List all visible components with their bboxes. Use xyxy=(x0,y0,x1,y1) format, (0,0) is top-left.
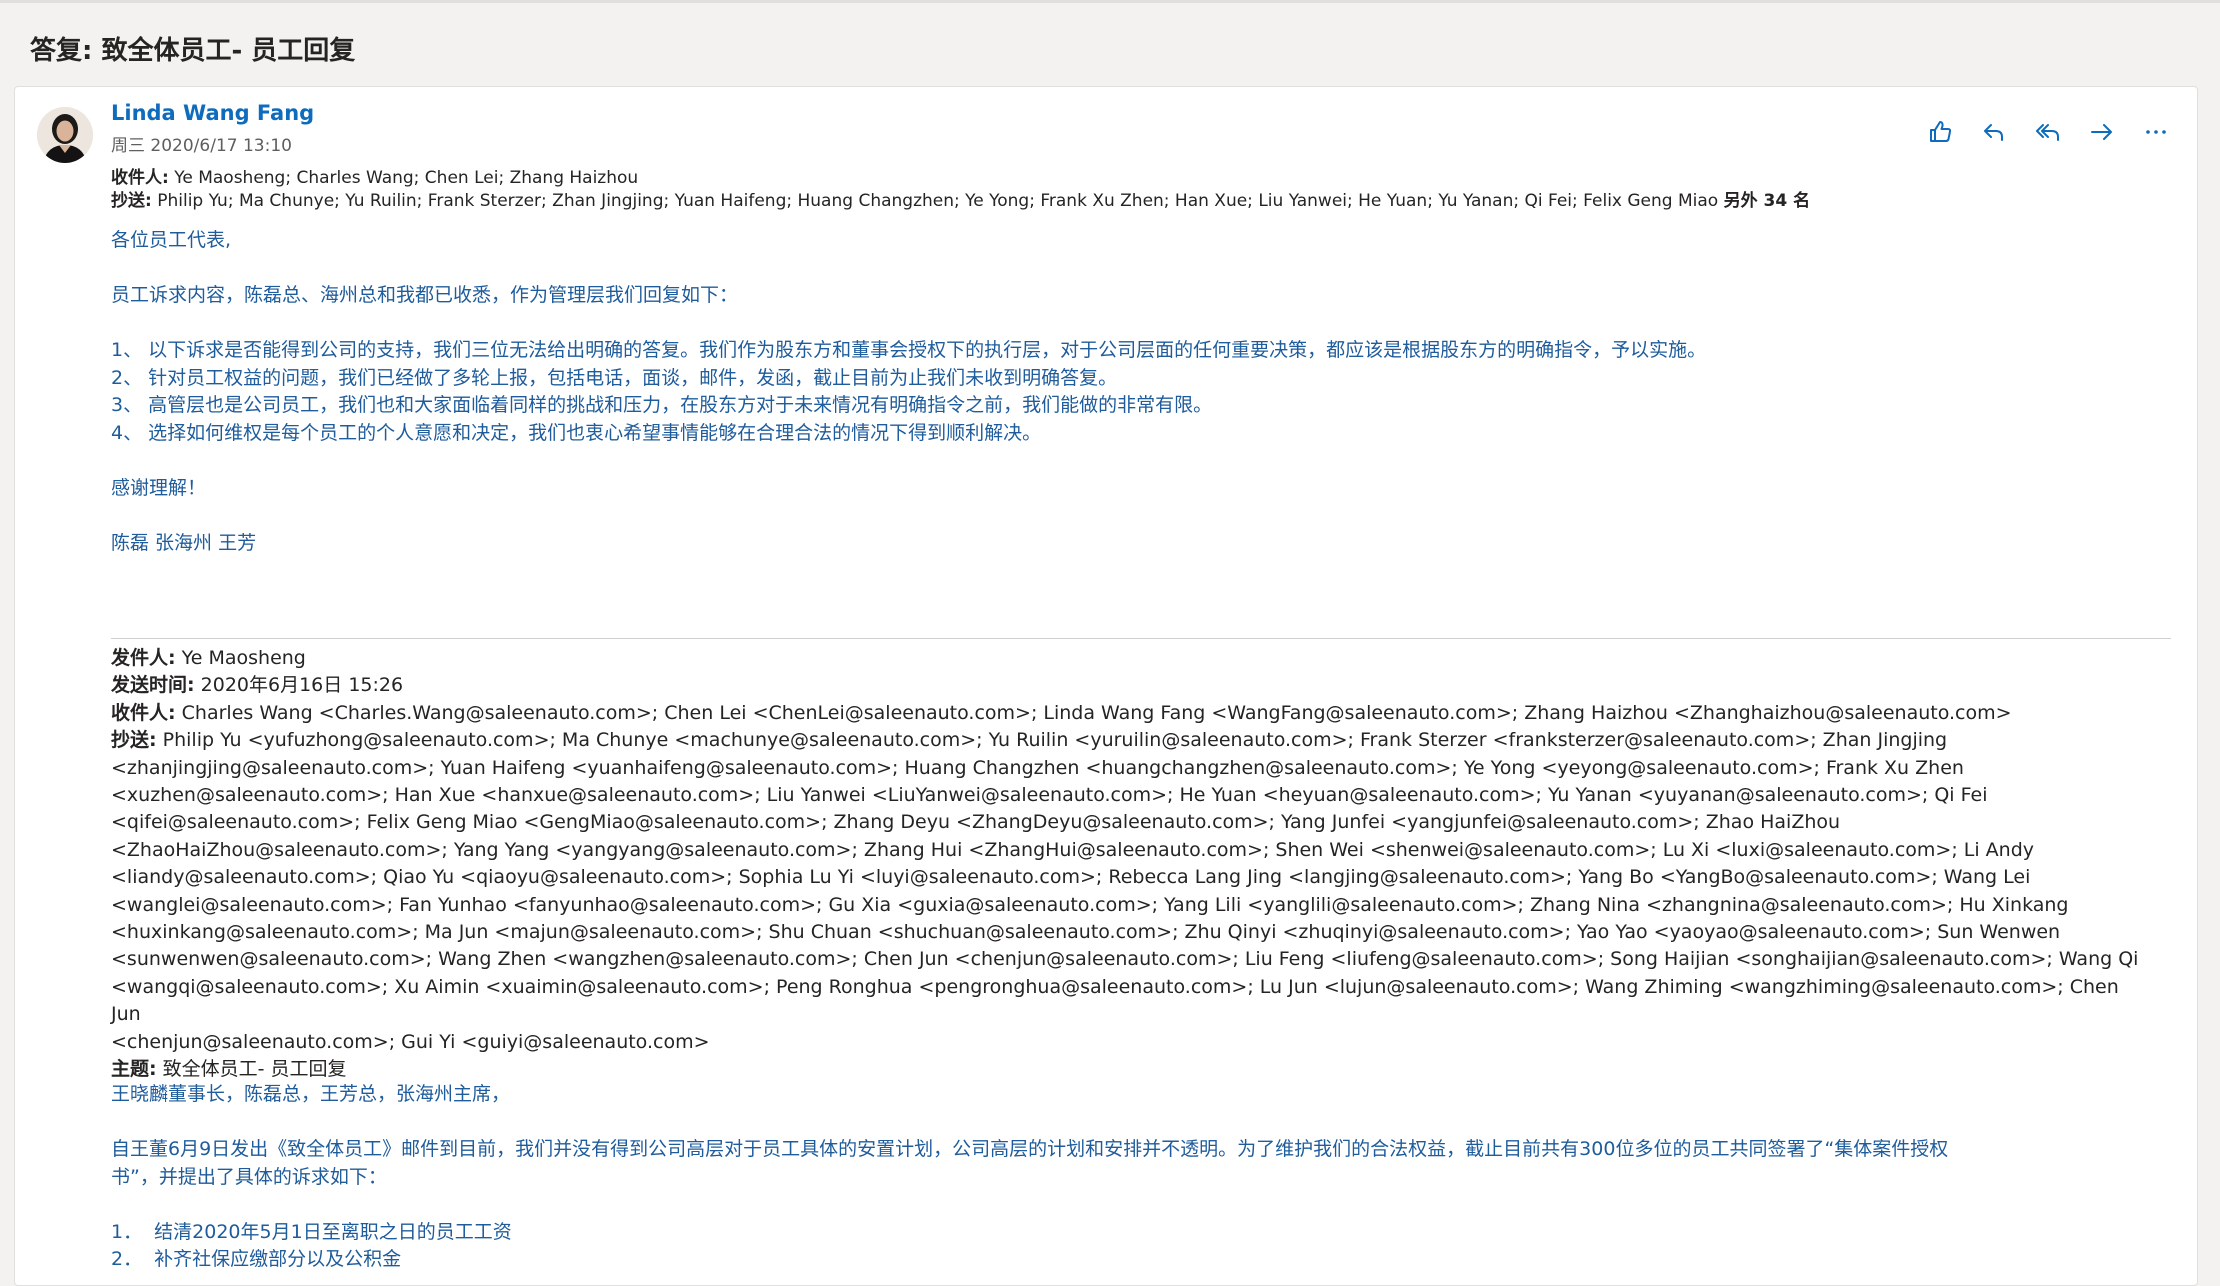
cc-recipients[interactable]: Philip Yu; Ma Chunye; Yu Ruilin; Frank S… xyxy=(157,191,1718,211)
quoted-cc-line: <qifei@saleenauto.com>; Felix Geng Miao … xyxy=(111,811,1841,834)
quoted-cc-line: <wangqi@saleenauto.com>; Xu Aimin <xuaim… xyxy=(111,975,2119,1026)
top-border xyxy=(0,0,2220,3)
body-line: 各位员工代表, xyxy=(111,229,232,251)
more-icon xyxy=(2146,130,2166,134)
to-recipients[interactable]: Ye Maosheng; Charles Wang; Chen Lei; Zha… xyxy=(174,168,638,188)
sent-label: 发送时间: xyxy=(111,674,195,697)
quoted-cc-line: Philip Yu <yufuzhong@saleenauto.com>; Ma… xyxy=(162,729,1948,752)
from-label: 发件人: xyxy=(111,647,176,669)
quoted-body-line: 自王董6月9日发出《致全体员工》邮件到目前，我们并没有得到公司高层对于员工具体的… xyxy=(111,1138,1949,1160)
body-line: 1、 以下诉求是否能得到公司的支持，我们三位无法给出明确的答复。我们作为股东方和… xyxy=(111,339,1707,361)
to-label: 收件人: xyxy=(111,168,169,188)
cc-line: 抄送: Philip Yu; Ma Chunye; Yu Ruilin; Fra… xyxy=(111,186,1810,211)
quoted-sent: 2020年6月16日 15:26 xyxy=(200,674,404,697)
message-actions xyxy=(1925,117,2171,147)
quoted-cc-line: <sunwenwen@saleenauto.com>; Wang Zhen <w… xyxy=(111,948,2139,971)
quoted-body-line: 2． 补齐社保应缴部分以及公积金 xyxy=(111,1248,402,1270)
reply-all-button[interactable] xyxy=(2033,117,2063,147)
quoted-subject: 致全体员工- 员工回复 xyxy=(162,1058,347,1081)
quoted-to: Charles Wang <Charles.Wang@saleenauto.co… xyxy=(181,701,2012,724)
quoted-to-label: 收件人: xyxy=(111,701,176,724)
quoted-header: 发件人: Ye Maosheng 发送时间: 2020年6月16日 15:26 … xyxy=(111,645,2151,1084)
avatar-photo-icon xyxy=(37,107,93,163)
quoted-body: 王晓麟董事长，陈磊总，王芳总，张海州主席， 自王董6月9日发出《致全体员工》邮件… xyxy=(111,1081,2151,1274)
body-line: 2、 针对员工权益的问题，我们已经做了多轮上报，包括电话，面谈，邮件，发函，截止… xyxy=(111,366,1118,389)
cc-label: 抄送: xyxy=(111,191,152,211)
quoted-body-line: 书”，并提出了具体的诉求如下： xyxy=(111,1165,387,1188)
quoted-body-line: 王晓麟董事长，陈磊总，王芳总，张海州主席， xyxy=(111,1083,511,1105)
forward-button[interactable] xyxy=(2087,117,2117,147)
email-subject: 答复: 致全体员工- 员工回复 xyxy=(30,36,356,66)
quoted-cc-line: <xuzhen@saleenauto.com>; Han Xue <hanxue… xyxy=(111,784,1988,807)
quoted-from: Ye Maosheng xyxy=(181,647,306,669)
message-body: 各位员工代表, 员工诉求内容，陈磊总、海州总和我都已收悉，作为管理层我们回复如下… xyxy=(111,227,2151,557)
quoted-subject-label: 主题: xyxy=(111,1058,157,1081)
avatar[interactable] xyxy=(37,107,93,163)
body-line: 3、 高管层也是公司员工，我们也和大家面临着同样的挑战和压力，在股东方对于未来情… xyxy=(111,394,1213,416)
reply-button[interactable] xyxy=(1979,117,2009,147)
sender-name[interactable]: Linda Wang Fang xyxy=(111,101,314,125)
like-button[interactable] xyxy=(1925,117,1955,147)
message-card: Linda Wang Fang 周三 2020/6/17 13:10 收件人: … xyxy=(14,86,2198,1286)
quoted-cc-line: <chenjun@saleenauto.com>; Gui Yi <guiyi@… xyxy=(111,1030,710,1053)
reply-icon xyxy=(1984,124,2003,141)
to-line: 收件人: Ye Maosheng; Charles Wang; Chen Lei… xyxy=(111,163,638,188)
quote-divider xyxy=(111,638,2171,639)
body-line: 4、 选择如何维权是每个员工的个人意愿和决定，我们也衷心希望事情能够在合理合法的… xyxy=(111,421,1042,444)
sent-date: 周三 2020/6/17 13:10 xyxy=(111,136,292,156)
quoted-cc-line: <zhanjingjing@saleenauto.com>; Yuan Haif… xyxy=(111,756,1964,779)
forward-icon xyxy=(2091,124,2112,140)
quoted-cc-line: <liandy@saleenauto.com>; Qiao Yu <qiaoyu… xyxy=(111,866,2031,889)
like-icon xyxy=(1930,121,1952,142)
body-line: 感谢理解！ xyxy=(111,476,207,499)
quoted-cc-line: <wanglei@saleenauto.com>; Fan Yunhao <fa… xyxy=(111,893,2069,916)
quoted-cc-line: <ZhaoHaiZhou@saleenauto.com>; Yang Yang … xyxy=(111,838,2035,861)
cc-more-link[interactable]: 另外 34 名 xyxy=(1724,191,1811,211)
body-line: 员工诉求内容，陈磊总、海州总和我都已收悉，作为管理层我们回复如下： xyxy=(111,284,739,306)
reply-all-icon xyxy=(2036,124,2059,141)
quoted-cc-label: 抄送: xyxy=(111,729,157,752)
quoted-cc-line: <huxinkang@saleenauto.com>; Ma Jun <maju… xyxy=(111,921,2061,944)
signature: 陈磊 张海州 王芳 xyxy=(111,531,257,554)
quoted-body-line: 1． 结清2020年5月1日至离职之日的员工工资 xyxy=(111,1220,512,1243)
more-actions-button[interactable] xyxy=(2141,117,2171,147)
